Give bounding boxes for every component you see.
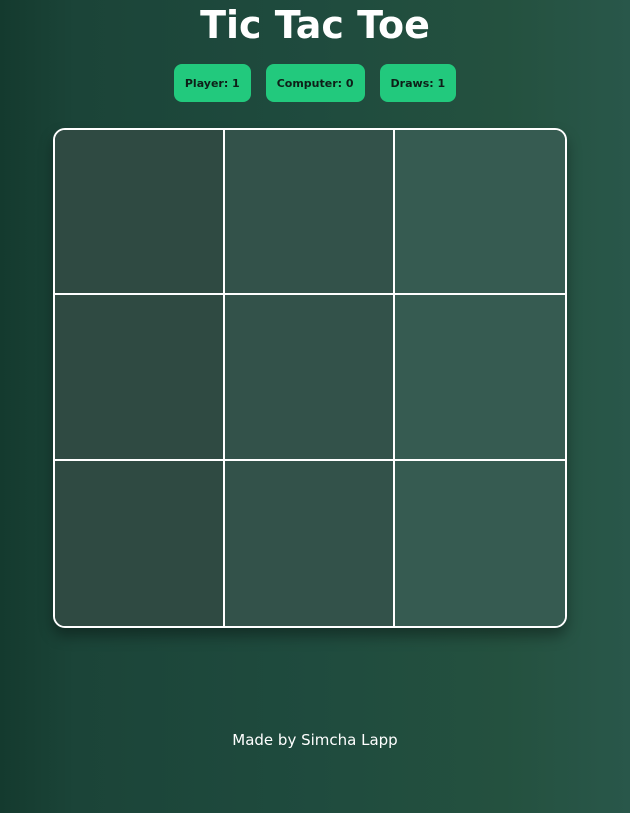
board-cell-5[interactable]	[225, 295, 395, 461]
board-cell-2[interactable]	[225, 130, 395, 296]
footer-credit: Made by Simcha Lapp	[232, 731, 398, 749]
board-cell-8[interactable]	[225, 460, 395, 626]
board-cell-3[interactable]	[395, 130, 565, 296]
computer-score-badge: Computer: 0	[265, 64, 365, 102]
game-board	[53, 128, 567, 628]
board-cell-4[interactable]	[55, 295, 225, 461]
player-score-badge: Player: 1	[173, 64, 251, 102]
scoreboard: Player: 1 Computer: 0 Draws: 1	[0, 64, 630, 102]
board-cell-7[interactable]	[55, 460, 225, 626]
page-title: Tic Tac Toe	[200, 3, 430, 47]
draws-score-badge: Draws: 1	[379, 64, 457, 102]
board-cell-9[interactable]	[395, 460, 565, 626]
board-cell-6[interactable]	[395, 295, 565, 461]
board-cell-1[interactable]	[55, 130, 225, 296]
